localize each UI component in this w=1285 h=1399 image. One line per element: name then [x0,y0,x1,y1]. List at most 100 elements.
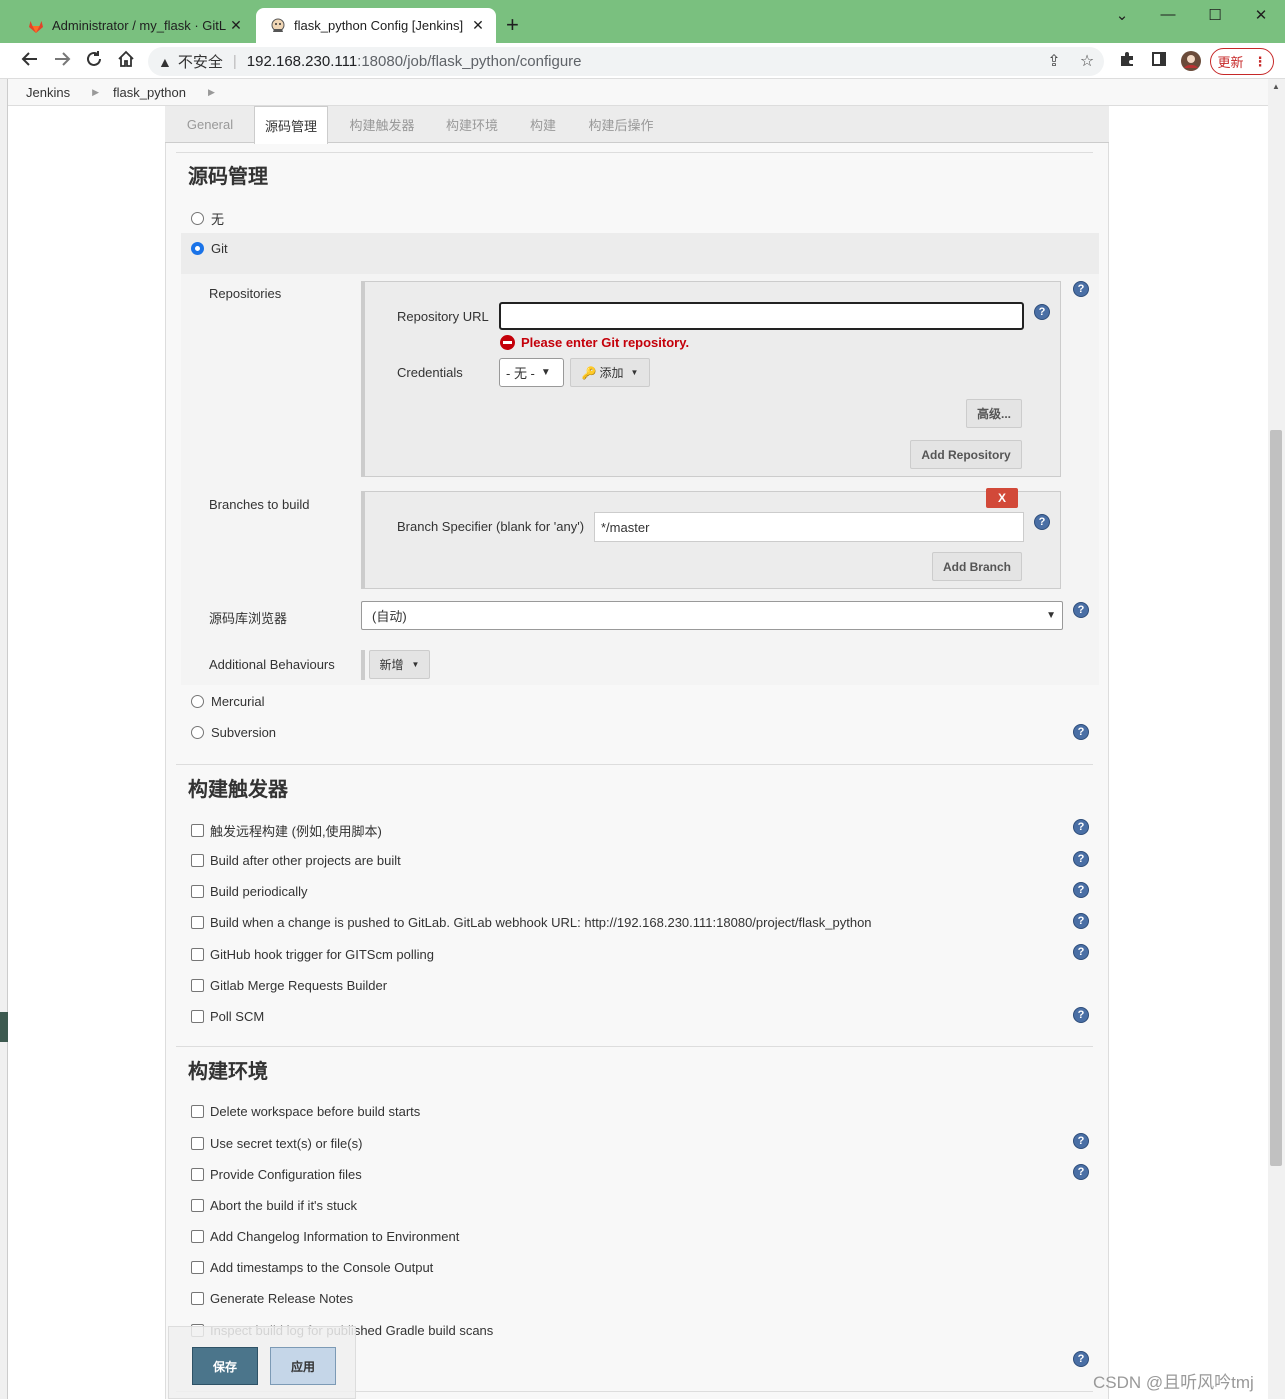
scrollbar-thumb[interactable] [1270,430,1282,1166]
update-button[interactable]: 更新 ⋮ [1210,48,1274,75]
trigger-periodically[interactable]: Build periodically [191,884,308,899]
radio-subversion[interactable] [191,726,204,739]
help-icon[interactable]: ? [1073,851,1089,867]
trigger-poll-scm[interactable]: Poll SCM [191,1009,264,1024]
chevron-right-icon[interactable]: ▶ [92,87,99,98]
env-release-notes[interactable]: Generate Release Notes [191,1291,353,1306]
help-icon[interactable]: ? [1073,944,1089,960]
help-icon[interactable]: ? [1034,514,1050,530]
sidepanel-icon[interactable] [1149,51,1169,72]
browser-tab-gitlab[interactable]: Administrator / my_flask · GitLab ✕ [14,8,254,43]
new-tab-button[interactable]: + [506,12,519,38]
checkbox[interactable] [191,979,204,992]
checkbox[interactable] [191,1168,204,1181]
behaviours-label: Additional Behaviours [209,657,335,672]
credentials-select[interactable]: - 无 - ▼ [499,358,564,387]
url-host[interactable]: 192.168.230.111 [247,53,357,70]
puzzle-icon[interactable] [1117,51,1137,72]
apply-button[interactable]: 应用 [270,1347,336,1385]
radio-git[interactable] [191,242,204,255]
checkbox[interactable] [191,1010,204,1023]
checkbox[interactable] [191,916,204,929]
tab-search-icon[interactable]: ⌄ [1112,6,1132,24]
checkbox[interactable] [191,1199,204,1212]
reload-icon[interactable] [84,50,104,73]
checkbox[interactable] [191,1292,204,1305]
checkbox[interactable] [191,1230,204,1243]
trigger-gitlab-mr[interactable]: Gitlab Merge Requests Builder [191,978,387,993]
help-icon[interactable]: ? [1073,819,1089,835]
env-abort-stuck[interactable]: Abort the build if it's stuck [191,1198,357,1213]
scroll-up-icon[interactable]: ▲ [1272,82,1280,91]
help-icon[interactable]: ? [1073,1351,1089,1367]
checkbox[interactable] [191,824,204,837]
env-config-files[interactable]: Provide Configuration files [191,1167,362,1182]
checkbox[interactable] [191,1137,204,1150]
scm-subversion-option[interactable]: Subversion [191,725,276,740]
tab-post-build[interactable]: 构建后操作 [578,106,664,143]
env-changelog[interactable]: Add Changelog Information to Environment [191,1229,459,1244]
help-icon[interactable]: ? [1073,1164,1089,1180]
breadcrumb-jenkins[interactable]: Jenkins [26,85,70,100]
help-icon[interactable]: ? [1034,304,1050,320]
repo-url-input[interactable] [499,302,1024,330]
trigger-gitlab-push[interactable]: Build when a change is pushed to GitLab.… [191,915,872,930]
help-icon[interactable]: ? [1073,913,1089,929]
radio-mercurial[interactable] [191,695,204,708]
help-icon[interactable]: ? [1073,1133,1089,1149]
checkbox[interactable] [191,948,204,961]
security-label[interactable]: 不安全 [178,51,223,72]
checkbox[interactable] [191,1261,204,1274]
share-icon[interactable]: ⇪ [1044,51,1064,71]
breadcrumb-flask-python[interactable]: flask_python [113,85,186,100]
maximize-icon[interactable]: ☐ [1205,6,1225,24]
repo-browser-select[interactable]: (自动) ▼ [361,601,1063,630]
branch-specifier-input[interactable]: */master [594,512,1024,542]
env-timestamps[interactable]: Add timestamps to the Console Output [191,1260,433,1275]
radio-none[interactable] [191,212,204,225]
back-icon[interactable] [20,50,40,73]
advanced-button[interactable]: 高级... [966,399,1022,428]
help-icon[interactable]: ? [1073,1007,1089,1023]
help-icon[interactable]: ? [1073,602,1089,618]
close-icon[interactable]: ✕ [226,17,246,34]
checkbox[interactable] [191,854,204,867]
url-path[interactable]: :18080/job/flask_python/configure [357,53,581,70]
address-bar[interactable]: ▲ 不安全 | 192.168.230.111 :18080/job/flask… [148,47,1104,76]
help-icon[interactable]: ? [1073,882,1089,898]
scm-none-option[interactable]: 无 [191,209,224,228]
add-branch-button[interactable]: Add Branch [932,552,1022,581]
delete-branch-button[interactable]: X [986,488,1018,508]
scm-git-option[interactable]: Git [191,241,228,256]
add-behaviour-button[interactable]: 新增 ▼ [369,650,430,679]
home-icon[interactable] [116,50,136,73]
checkbox[interactable] [191,1105,204,1118]
help-icon[interactable]: ? [1073,724,1089,740]
trigger-after-other[interactable]: Build after other projects are built [191,853,401,868]
kebab-menu-icon[interactable]: ⋮ [1254,54,1267,70]
env-delete-workspace[interactable]: Delete workspace before build starts [191,1104,420,1119]
trigger-github-hook[interactable]: GitHub hook trigger for GITScm polling [191,947,434,962]
add-credentials-button[interactable]: 🔑 添加 ▼ [570,358,650,387]
tab-general[interactable]: General [176,106,244,143]
trigger-remote[interactable]: 触发远程构建 (例如,使用脚本) [191,821,382,840]
window-close-icon[interactable]: ✕ [1251,6,1271,24]
save-button[interactable]: 保存 [192,1347,258,1385]
warning-icon[interactable]: ▲ [158,54,172,70]
scm-mercurial-option[interactable]: Mercurial [191,694,264,709]
close-icon[interactable]: ✕ [468,17,488,34]
browser-tab-jenkins[interactable]: flask_python Config [Jenkins] ✕ [256,8,496,43]
chevron-right-icon[interactable]: ▶ [208,87,215,98]
add-repository-button[interactable]: Add Repository [910,440,1022,469]
avatar-icon[interactable] [1181,51,1201,76]
tab-build[interactable]: 构建 [520,106,566,143]
help-icon[interactable]: ? [1073,281,1089,297]
tab-environment[interactable]: 构建环境 [436,106,508,143]
tab-scm[interactable]: 源码管理 [254,106,328,144]
forward-icon[interactable] [52,50,72,73]
env-secret-text[interactable]: Use secret text(s) or file(s) [191,1136,362,1151]
checkbox[interactable] [191,885,204,898]
minimize-icon[interactable]: — [1158,6,1178,23]
tab-triggers[interactable]: 构建触发器 [338,106,426,143]
star-icon[interactable]: ☆ [1077,51,1097,71]
